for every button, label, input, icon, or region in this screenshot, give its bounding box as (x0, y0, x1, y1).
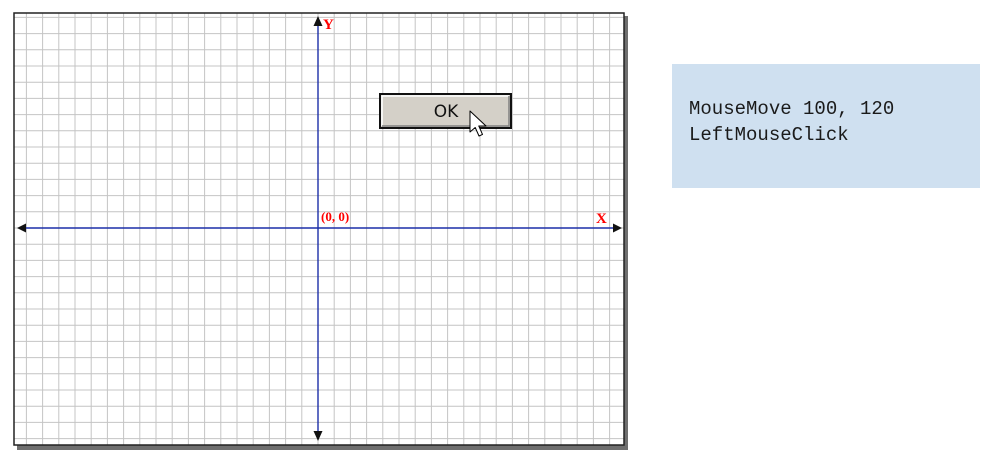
y-axis-label: Y (323, 17, 334, 33)
coordinate-diagram: Y X (0, 0) OK (13, 12, 628, 450)
plot-area (14, 13, 624, 445)
x-axis-label: X (596, 211, 607, 227)
code-line-leftmouseclick: LeftMouseClick (689, 124, 849, 146)
code-line-mousemove: MouseMove 100, 120 (689, 98, 895, 120)
ok-button-label: OK (434, 102, 459, 122)
ok-button[interactable]: OK (379, 93, 512, 129)
code-panel: MouseMove 100, 120 LeftMouseClick (672, 64, 980, 188)
origin-label: (0, 0) (321, 209, 349, 224)
